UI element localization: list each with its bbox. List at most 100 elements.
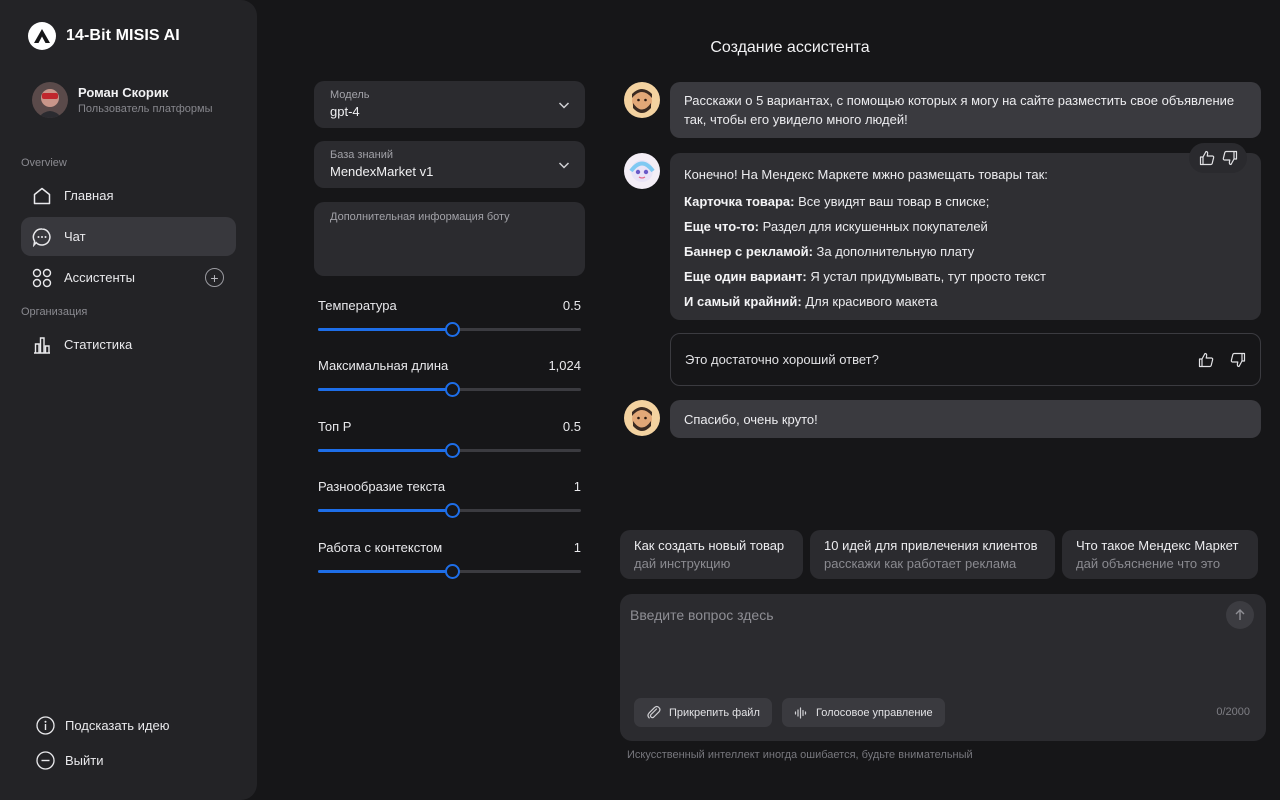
char-counter: 0/2000: [1216, 706, 1250, 718]
model-select[interactable]: Модель gpt-4: [314, 81, 585, 128]
bot-item-bold: Еще один вариант:: [684, 269, 807, 284]
chevron-down-icon: [558, 162, 570, 169]
slider-track[interactable]: [318, 322, 581, 337]
suggestion-chip[interactable]: Как создать новый товар дай инструкцию: [620, 530, 803, 579]
sidebar-item-label: Статистика: [64, 337, 133, 352]
slider-temperature[interactable]: Температура 0.5: [318, 298, 581, 337]
slider-fill: [318, 449, 453, 452]
page-title: Создание ассистента: [710, 39, 870, 56]
send-button[interactable]: [1226, 601, 1254, 629]
bot-item-text: Все увидят ваш товар в списке;: [794, 194, 990, 209]
slider-value: 1: [573, 540, 581, 555]
sidebar-item-chat[interactable]: Чат: [21, 217, 236, 256]
slider-fill: [318, 328, 453, 331]
bot-item-bold: И самый крайний:: [684, 294, 802, 309]
suggestion-subtitle: расскажи как работает реклама: [824, 556, 1017, 571]
user-name: Роман Скорик: [78, 85, 169, 100]
thumbs-down-icon[interactable]: [1222, 150, 1238, 166]
attach-file-button[interactable]: Прикрепить файл: [634, 698, 772, 727]
slider-fill: [318, 509, 453, 512]
bot-intro: Конечно! На Мендекс Маркете мжно размеща…: [684, 167, 1048, 182]
knowledge-label: База знаний: [330, 149, 394, 161]
suggestion-title: 10 идей для привлечения клиентов: [824, 538, 1038, 553]
thumbs-down-icon[interactable]: [1230, 352, 1246, 368]
slider-label: Работа с контекстом: [318, 540, 443, 555]
sidebar-item-label: Главная: [64, 188, 114, 203]
sidebar-item-assistants[interactable]: Ассистенты +: [21, 258, 236, 297]
bot-item-bold: Баннер с рекламой:: [684, 244, 813, 259]
section-organization: Организация: [21, 306, 88, 318]
sidebar-item-statistics[interactable]: Статистика: [21, 325, 236, 364]
waveform-icon: [794, 706, 807, 719]
composer: Прикрепить файл Голосовое управление 0/2…: [620, 594, 1266, 741]
paperclip-icon: [647, 705, 661, 719]
slider-context[interactable]: Работа с контекстом 1: [318, 540, 581, 579]
chat-icon: [32, 227, 51, 247]
voice-control-button[interactable]: Голосовое управление: [782, 698, 945, 727]
extra-info-placeholder: Дополнительная информация боту: [330, 211, 510, 223]
sidebar: 14-Bit MISIS AI Роман Скорик Пользовател…: [0, 0, 257, 800]
bot-message: Конечно! На Мендекс Маркете мжно размеща…: [670, 153, 1261, 320]
sidebar-item-label: Ассистенты: [64, 270, 135, 285]
user-avatar: [624, 400, 660, 436]
slider-thumb[interactable]: [445, 443, 461, 458]
arrow-up-icon: [1235, 609, 1245, 620]
rate-answer-box: Это достаточно хороший ответ?: [670, 333, 1261, 386]
bot-item-text: Я устал придумывать, тут просто текст: [806, 269, 1046, 284]
slider-track[interactable]: [318, 564, 581, 579]
slider-label: Максимальная длина: [318, 358, 449, 373]
user-message: Спасибо, очень круто!: [670, 400, 1261, 438]
model-value: gpt-4: [330, 104, 360, 119]
slider-text-diversity[interactable]: Разнообразие текста 1: [318, 479, 581, 518]
sidebar-item-home[interactable]: Главная: [21, 176, 236, 215]
message-feedback: [1189, 143, 1247, 173]
slider-thumb[interactable]: [445, 382, 461, 397]
bot-item-bold: Карточка товара:: [684, 194, 795, 209]
suggestion-subtitle: дай инструкцию: [634, 556, 731, 571]
home-icon: [33, 187, 51, 204]
user-role: Пользователь платформы: [78, 103, 213, 115]
chart-icon: [34, 336, 50, 354]
add-assistant-button[interactable]: +: [205, 268, 224, 287]
suggestion-chip[interactable]: Что такое Мендекс Маркет дай объяснение …: [1062, 530, 1258, 579]
knowledge-base-select[interactable]: База знаний MendexMarket v1: [314, 141, 585, 188]
slider-fill: [318, 388, 453, 391]
bot-list-item: Баннер с рекламой: За дополнительную пла…: [684, 242, 1247, 261]
bot-item-text: За дополнительную плату: [812, 244, 975, 259]
app-name: 14-Bit MISIS AI: [66, 27, 180, 44]
suggestion-chip[interactable]: 10 идей для привлечения клиентов расскаж…: [810, 530, 1055, 579]
suggest-idea-link[interactable]: Подсказать идею: [36, 716, 170, 735]
slider-track[interactable]: [318, 443, 581, 458]
slider-value: 1,024: [548, 358, 581, 373]
grid-icon: [32, 268, 52, 287]
extra-info-textarea[interactable]: Дополнительная информация боту: [314, 202, 585, 276]
slider-thumb[interactable]: [445, 564, 461, 579]
thumbs-up-icon[interactable]: [1199, 150, 1215, 166]
slider-thumb[interactable]: [445, 322, 461, 337]
message-text: Спасибо, очень круто!: [684, 412, 818, 427]
bot-list-item: Карточка товара: Все увидят ваш товар в …: [684, 192, 1247, 211]
bot-list-item: Еще один вариант: Я устал придумывать, т…: [684, 267, 1247, 286]
bot-list-item: Еще что-то: Раздел для искушенных покупа…: [684, 217, 1247, 236]
slider-label: Разнообразие текста: [318, 479, 446, 494]
slider-track[interactable]: [318, 382, 581, 397]
user-profile[interactable]: Роман Скорик Пользователь платформы: [32, 82, 212, 118]
thumbs-up-icon[interactable]: [1198, 352, 1214, 368]
slider-top-p[interactable]: Топ P 0.5: [318, 419, 581, 458]
logo-icon: [28, 22, 56, 50]
info-icon: [36, 716, 55, 735]
logout-link[interactable]: Выйти: [36, 751, 104, 770]
user-avatar: [624, 82, 660, 118]
slider-max-length[interactable]: Максимальная длина 1,024: [318, 358, 581, 397]
slider-thumb[interactable]: [445, 503, 461, 518]
minus-circle-icon: [36, 751, 55, 770]
logout-label: Выйти: [65, 753, 104, 768]
app-logo[interactable]: 14-Bit MISIS AI: [28, 22, 180, 50]
slider-track[interactable]: [318, 503, 581, 518]
slider-label: Топ P: [318, 419, 352, 434]
rate-question: Это достаточно хороший ответ?: [685, 352, 879, 367]
slider-fill: [318, 570, 453, 573]
ai-disclaimer: Искусственный интеллект иногда ошибается…: [627, 749, 973, 761]
slider-value: 0.5: [562, 419, 581, 434]
question-input[interactable]: [630, 600, 1220, 630]
